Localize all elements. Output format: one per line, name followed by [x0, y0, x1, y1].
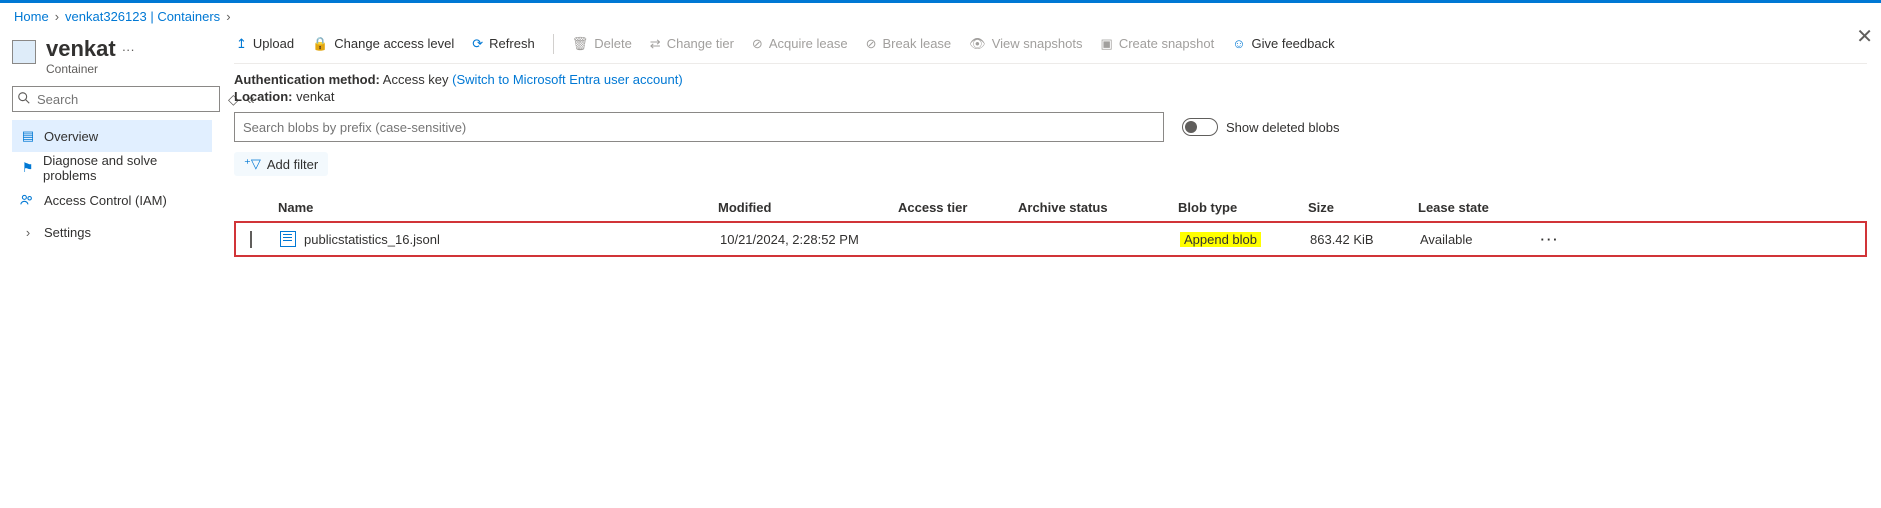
table-row[interactable]: publicstatistics_16.jsonl 10/21/2024, 2:…: [234, 221, 1867, 257]
crumb-home[interactable]: Home: [14, 9, 49, 24]
feedback-button[interactable]: ☺Give feedback: [1232, 36, 1334, 51]
row-checkbox[interactable]: [250, 231, 252, 248]
feedback-icon: ☺: [1232, 36, 1245, 51]
col-modified[interactable]: Modified: [718, 200, 898, 215]
nav-label: Overview: [44, 129, 98, 144]
col-archive[interactable]: Archive status: [1018, 200, 1178, 215]
grid-header: Name Modified Access tier Archive status…: [234, 194, 1867, 221]
refresh-icon: ⟳: [472, 36, 483, 52]
toggle-label: Show deleted blobs: [1226, 120, 1339, 135]
nav-label: Diagnose and solve problems: [43, 153, 204, 183]
blob-size: 863.42 KiB: [1310, 232, 1420, 247]
col-size[interactable]: Size: [1308, 200, 1418, 215]
nav-search-input[interactable]: [12, 86, 220, 112]
snapshot-icon: ▣: [1101, 36, 1113, 52]
col-type[interactable]: Blob type: [1178, 200, 1308, 215]
chevron-right-icon: ›: [20, 225, 36, 240]
more-button[interactable]: ···: [116, 42, 135, 57]
search-icon: [17, 91, 31, 105]
blob-search-input[interactable]: [234, 112, 1164, 142]
chevron-right-icon: ›: [226, 9, 230, 24]
show-deleted-toggle[interactable]: Show deleted blobs: [1182, 118, 1339, 136]
blob-lease: Available: [1420, 232, 1530, 247]
acquire-lease-button: ⊘Acquire lease: [752, 36, 848, 52]
col-lease[interactable]: Lease state: [1418, 200, 1528, 215]
row-more-button[interactable]: ···: [1530, 232, 1570, 247]
swap-icon: ⇄: [650, 36, 661, 52]
col-name[interactable]: Name: [278, 200, 718, 215]
upload-button[interactable]: ↥Upload: [236, 36, 294, 52]
overview-icon: ▤: [20, 128, 36, 144]
nav-overview[interactable]: ▤ Overview: [12, 120, 212, 152]
file-icon: [280, 231, 296, 247]
diagnose-icon: ⚑: [20, 160, 35, 176]
eye-icon: 👁: [969, 36, 986, 52]
page-title: venkat: [46, 36, 116, 62]
create-snapshot-button: ▣Create snapshot: [1101, 36, 1215, 52]
breadcrumb: Home › venkat326123 | Containers ›: [0, 3, 1881, 24]
col-tier[interactable]: Access tier: [898, 200, 1018, 215]
refresh-button[interactable]: ⟳Refresh: [472, 36, 534, 52]
toggle-icon: [1182, 118, 1218, 136]
add-filter-button[interactable]: ⁺▽ Add filter: [234, 152, 328, 176]
blob-type: Append blob: [1180, 232, 1261, 247]
nav-label: Settings: [44, 225, 91, 240]
upload-icon: ↥: [236, 36, 247, 52]
trash-icon: 🗑: [572, 36, 589, 52]
toolbar: ↥Upload 🔒Change access level ⟳Refresh 🗑D…: [234, 24, 1867, 64]
chevron-right-icon: ›: [55, 9, 59, 24]
filter-icon: ⁺▽: [244, 156, 261, 172]
page-subtitle: Container: [46, 62, 135, 76]
change-access-button[interactable]: 🔒Change access level: [312, 36, 454, 52]
blob-name[interactable]: publicstatistics_16.jsonl: [304, 232, 440, 247]
people-icon: [20, 193, 36, 207]
nav-iam[interactable]: Access Control (IAM): [12, 184, 212, 216]
page-header: venkat ··· Container: [12, 32, 212, 86]
crumb-storage[interactable]: venkat326123 | Containers: [65, 9, 220, 24]
nav-label: Access Control (IAM): [44, 193, 167, 208]
switch-auth-link[interactable]: (Switch to Microsoft Entra user account): [452, 72, 682, 87]
view-snapshots-button: 👁View snapshots: [969, 36, 1082, 52]
break-lease-button: ⊘Break lease: [866, 36, 952, 52]
separator: [553, 34, 554, 54]
lock-icon: 🔒: [312, 36, 328, 52]
lease-break-icon: ⊘: [866, 36, 877, 52]
delete-button: 🗑Delete: [572, 36, 632, 52]
location: Location: venkat: [234, 89, 1867, 106]
nav-diagnose[interactable]: ⚑ Diagnose and solve problems: [12, 152, 212, 184]
lease-acquire-icon: ⊘: [752, 36, 763, 52]
change-tier-button: ⇄Change tier: [650, 36, 734, 52]
nav-settings[interactable]: › Settings: [12, 216, 212, 248]
blob-modified: 10/21/2024, 2:28:52 PM: [720, 232, 900, 247]
auth-method: Authentication method: Access key (Switc…: [234, 64, 1867, 89]
container-icon: [12, 40, 36, 64]
close-button[interactable]: ✕: [1856, 24, 1873, 49]
